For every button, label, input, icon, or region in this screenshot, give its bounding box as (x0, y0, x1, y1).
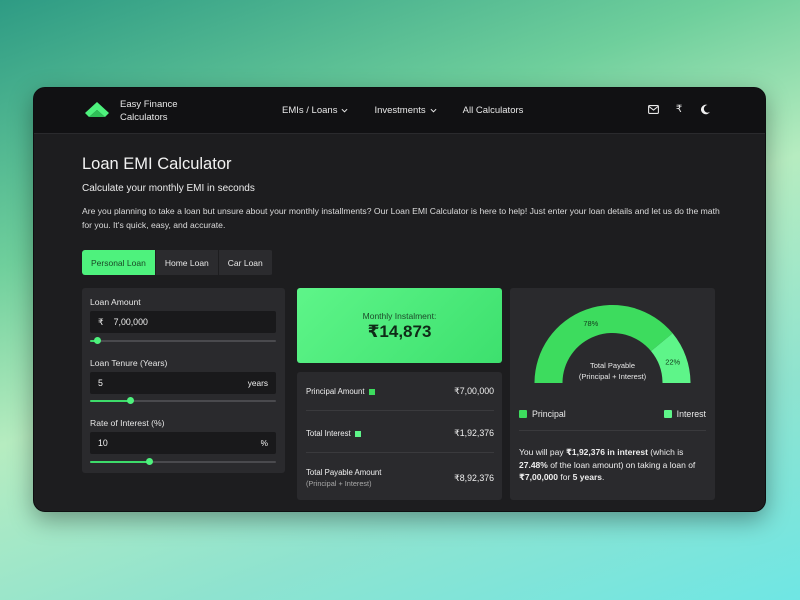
legend-interest: Interest (663, 409, 706, 419)
loan-summary-card: Principal Amount ₹7,00,000 Total Interes… (297, 372, 502, 500)
monthly-instalment-value: ₹14,873 (367, 322, 432, 341)
slider-handle[interactable] (93, 337, 101, 344)
logo-icon[interactable] (84, 100, 110, 120)
interest-label: Total Interest (306, 428, 351, 438)
brand-line-2: Calculators (120, 112, 168, 123)
brand-name[interactable]: Easy Finance Calculators (120, 98, 190, 124)
note-text: for (558, 472, 573, 482)
slider-handle[interactable] (127, 397, 135, 404)
interest-row: Total Interest ₹1,92,376 (306, 426, 494, 440)
legend-label: Principal (532, 409, 566, 419)
top-navbar: Easy Finance Calculators EMIs / Loans In… (34, 88, 765, 134)
loan-amount-field[interactable]: ₹ 7,00,000 (90, 311, 276, 333)
legend-principal: Principal (519, 409, 566, 419)
nav-label: All Calculators (462, 105, 524, 116)
loan-tenure-label: Loan Tenure (Years) (90, 358, 168, 368)
slider-fill (90, 400, 131, 402)
note-text: of the loan amount) on taking a loan of (547, 459, 696, 470)
interest-label-wrap: Total Interest (306, 429, 361, 438)
interest-rate-field[interactable]: 10 % (90, 432, 276, 454)
note-bold: ₹1,92,376 in interest (565, 447, 648, 457)
monthly-instalment-label: Monthly Instalment: (362, 311, 437, 321)
principal-label: Principal Amount (306, 386, 365, 396)
loan-type-tabs: Personal Loan Home Loan Car Loan (82, 250, 273, 275)
monthly-instalment-card: Monthly Instalment: ₹14,873 (297, 288, 502, 363)
divider (306, 410, 494, 411)
legend-label: Interest (676, 409, 706, 419)
loan-inputs-card: Loan Amount ₹ 7,00,000 Loan Tenure (Year… (82, 288, 285, 473)
note-text: (which is (647, 447, 684, 457)
page-subtitle: Calculate your monthly EMI in seconds (82, 183, 255, 194)
interest-summary-note: You will pay ₹1,92,376 in interest (whic… (519, 446, 707, 484)
interest-rate-value: 10 (98, 438, 108, 448)
nav-investments[interactable]: Investments (374, 105, 437, 116)
slice-label-interest: 22% (665, 357, 680, 366)
tab-personal-loan[interactable]: Personal Loan (82, 250, 156, 275)
legend-swatch (519, 410, 527, 418)
interest-rate-label: Rate of Interest (%) (90, 418, 165, 428)
main-nav: EMIs / Loans Investments All Calculators (282, 105, 523, 116)
loan-amount-label: Loan Amount (90, 297, 141, 307)
breakdown-chart-card: 78% 22% Total Payable (Principal + Interest… (510, 288, 715, 500)
chart-center-label: Total Payable (590, 361, 635, 370)
principal-row: Principal Amount ₹7,00,000 (306, 384, 494, 398)
loan-tenure-value: 5 (98, 378, 103, 388)
total-label: Total Payable Amount (306, 468, 382, 477)
top-icons: ₹ (647, 103, 711, 115)
chart-center-label: (Principal + Interest) (579, 372, 647, 381)
total-label-wrap: Total Payable Amount (Principal + Intere… (306, 468, 381, 488)
rupee-prefix: ₹ (98, 316, 104, 327)
nav-emis-loans[interactable]: EMIs / Loans (282, 105, 348, 116)
principal-value: ₹7,00,000 (454, 385, 494, 396)
page-description: Are you planning to take a loan but unsu… (82, 206, 720, 230)
tab-car-loan[interactable]: Car Loan (219, 250, 273, 275)
interest-rate-slider[interactable] (90, 458, 276, 465)
half-donut-chart: 78% 22% Total Payable (Principal + Interest… (534, 304, 691, 383)
note-bold: 27.48% (519, 459, 548, 470)
nav-label: Investments (374, 105, 426, 116)
total-row: Total Payable Amount (Principal + Intere… (306, 466, 494, 490)
nav-label: EMIs / Loans (282, 105, 338, 116)
note-text: You will pay (519, 447, 566, 457)
principal-label-wrap: Principal Amount (306, 387, 375, 396)
note-text: . (601, 472, 605, 482)
slider-handle[interactable] (146, 458, 154, 465)
mail-icon[interactable] (647, 103, 659, 115)
loan-amount-slider[interactable] (90, 337, 276, 344)
percent-suffix: % (260, 438, 268, 448)
total-value: ₹8,92,376 (454, 472, 494, 483)
interest-swatch (354, 430, 361, 437)
note-bold: 5 years (572, 472, 602, 482)
total-sublabel: (Principal + Interest) (306, 479, 372, 488)
slider-fill (90, 461, 150, 463)
slice-label-principal: 78% (583, 319, 598, 328)
app-window: Easy Finance Calculators EMIs / Loans In… (33, 87, 766, 512)
divider (306, 452, 494, 453)
tab-home-loan[interactable]: Home Loan (156, 250, 219, 275)
chevron-down-icon (430, 108, 437, 113)
note-bold: ₹7,00,000 (519, 472, 559, 482)
page-title: Loan EMI Calculator (82, 155, 232, 173)
divider (519, 430, 706, 431)
years-suffix: years (247, 378, 268, 388)
nav-all-calculators[interactable]: All Calculators (463, 105, 524, 116)
moon-icon[interactable] (699, 103, 711, 115)
loan-tenure-field[interactable]: 5 years (90, 372, 276, 394)
rupee-icon[interactable]: ₹ (673, 103, 685, 115)
loan-tenure-slider[interactable] (90, 397, 276, 404)
brand-line-1: Easy Finance (120, 99, 178, 110)
legend-swatch (663, 410, 672, 418)
chevron-down-icon (341, 108, 348, 113)
loan-amount-value: 7,00,000 (113, 317, 148, 327)
interest-value: ₹1,92,376 (454, 427, 494, 438)
chart-legend: Principal Interest (519, 409, 706, 419)
principal-swatch (368, 388, 375, 395)
